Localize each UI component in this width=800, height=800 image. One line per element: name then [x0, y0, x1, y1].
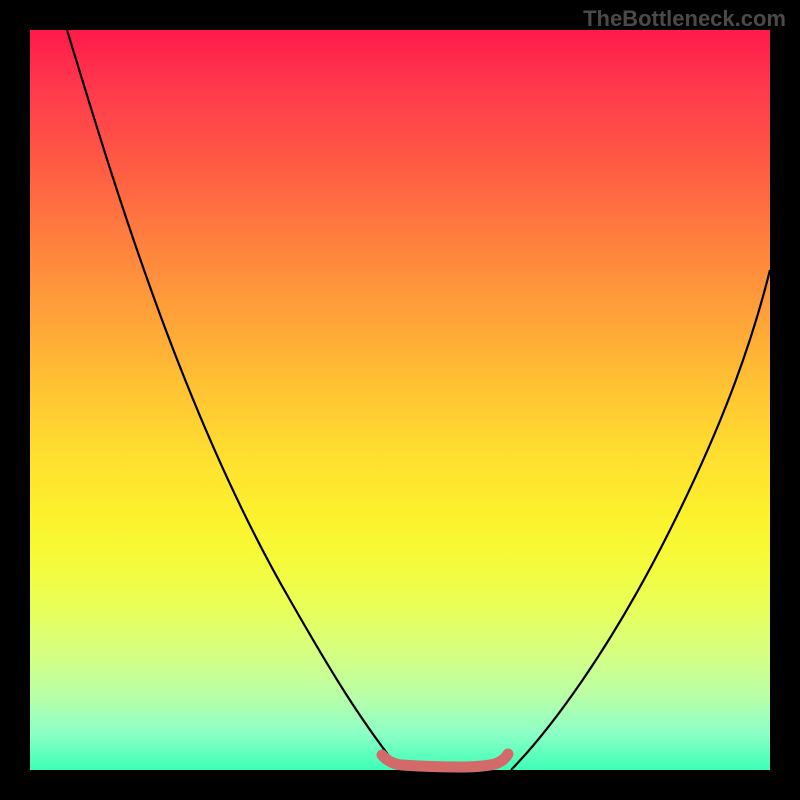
flat-highlight: [382, 754, 508, 767]
flat-dot-right: [503, 749, 513, 759]
plot-area: [30, 30, 770, 770]
curve-layer: [30, 30, 770, 770]
chart-frame: TheBottleneck.com: [0, 0, 800, 800]
flat-dot-left: [377, 750, 387, 760]
watermark-text: TheBottleneck.com: [583, 6, 786, 32]
left-curve: [67, 30, 400, 770]
right-curve: [511, 270, 770, 770]
